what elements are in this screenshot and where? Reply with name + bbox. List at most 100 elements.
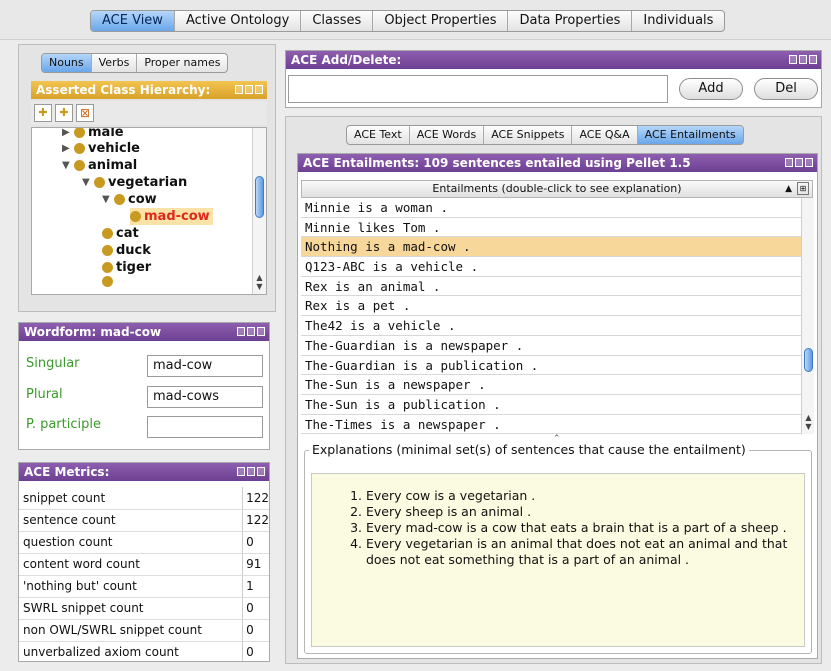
- column-chooser-icon[interactable]: ⊞: [797, 182, 809, 195]
- tree-item-duck[interactable]: duck: [102, 242, 151, 259]
- class-hierarchy-title: Asserted Class Hierarchy:: [31, 81, 267, 99]
- list-item[interactable]: The-Guardian is a newspaper .: [301, 336, 801, 356]
- tab-ace-qa[interactable]: ACE Q&A: [572, 126, 638, 144]
- entailments-panel: ACE Entailments: 109 sentences entailed …: [297, 153, 818, 659]
- table-row: 'nothing but' count 1: [19, 575, 269, 598]
- panel-controls[interactable]: [789, 55, 817, 64]
- wordform-panel: Wordform: mad-cow Singular mad-cow Plura…: [18, 322, 270, 450]
- panel-controls[interactable]: [785, 158, 813, 167]
- tree-scroll-thumb[interactable]: [255, 176, 264, 218]
- tab-data-properties[interactable]: Data Properties: [508, 11, 633, 31]
- delete-class-icon[interactable]: ⊠: [76, 104, 94, 122]
- tree-item-vegetarian[interactable]: ▼ vegetarian: [82, 174, 187, 191]
- table-row: snippet count 122: [19, 487, 269, 510]
- collapse-arrow-icon[interactable]: ▼: [82, 174, 94, 191]
- class-tree: ▶ male ▶ vehicle ▼ animal ▼ vegetarian ▼ cow …: [31, 127, 267, 295]
- collapse-arrow-icon[interactable]: ▼: [102, 191, 114, 208]
- class-icon: [102, 228, 113, 239]
- class-icon: [102, 245, 113, 256]
- panel-controls[interactable]: [237, 467, 265, 476]
- expand-arrow-icon[interactable]: ▶: [62, 140, 74, 157]
- list-item[interactable]: Rex is an animal .: [301, 277, 801, 297]
- entailments-scrollbar[interactable]: ▲ ▼: [801, 198, 814, 434]
- tab-active-ontology[interactable]: Active Ontology: [175, 11, 302, 31]
- tab-ace-snippets[interactable]: ACE Snippets: [484, 126, 573, 144]
- tab-object-properties[interactable]: Object Properties: [373, 11, 509, 31]
- panel-controls[interactable]: [235, 85, 263, 94]
- view-container: ACE Text ACE Words ACE Snippets ACE Q&A …: [285, 116, 822, 664]
- list-item: Every cow is a vegetarian .: [366, 488, 796, 504]
- class-icon: [130, 211, 141, 222]
- list-item[interactable]: The-Guardian is a publication .: [301, 356, 801, 376]
- sentence-input[interactable]: [288, 75, 668, 103]
- participle-label: P. participle: [26, 417, 101, 432]
- sort-asc-icon[interactable]: ▲: [785, 181, 792, 197]
- tab-ace-words[interactable]: ACE Words: [410, 126, 485, 144]
- scroll-arrows-icon[interactable]: ▲ ▼: [803, 413, 814, 431]
- list-item[interactable]: Minnie is a woman .: [301, 198, 801, 218]
- tree-item-mad-cow[interactable]: mad-cow: [130, 208, 213, 225]
- class-icon: [74, 160, 85, 171]
- add-button[interactable]: Add: [679, 78, 743, 100]
- tab-individuals[interactable]: Individuals: [632, 11, 724, 31]
- tab-classes[interactable]: Classes: [301, 11, 374, 31]
- entailments-list: Minnie is a woman . Minnie likes Tom . N…: [301, 198, 801, 434]
- list-item[interactable]: The42 is a vehicle .: [301, 316, 801, 336]
- class-icon: [74, 143, 85, 154]
- metrics-table: snippet count 122 sentence count 122 quest…: [19, 487, 269, 661]
- hierarchy-toolbar: ✚ ✚ ⊠: [31, 101, 267, 125]
- tree-item-male[interactable]: ▶ male: [62, 128, 124, 141]
- metrics-panel: ACE Metrics: snippet count 122 sentence c…: [18, 462, 270, 662]
- explanations-group: Explanations (minimal set(s) of sentence…: [304, 442, 812, 654]
- entailments-column-header[interactable]: Entailments (double-click to see explana…: [301, 180, 813, 198]
- list-item[interactable]: Minnie likes Tom .: [301, 218, 801, 238]
- tree-item-animal[interactable]: ▼ animal: [62, 157, 137, 174]
- tab-ace-view[interactable]: ACE View: [91, 11, 175, 31]
- tree-item-partial: [102, 276, 116, 287]
- explanations-box: Every cow is a vegetarian . Every sheep …: [311, 473, 805, 647]
- hierarchy-tabs: Nouns Verbs Proper names: [41, 53, 229, 73]
- tree-item-vehicle[interactable]: ▶ vehicle: [62, 140, 140, 157]
- add-delete-panel: ACE Add/Delete: Add Del: [285, 50, 822, 108]
- tab-ace-entailments[interactable]: ACE Entailments: [637, 126, 743, 144]
- tab-nouns[interactable]: Nouns: [42, 54, 92, 72]
- list-item-selected[interactable]: Nothing is a mad-cow .: [301, 237, 801, 258]
- table-row: SWRL snippet count 0: [19, 597, 269, 620]
- add-delete-title: ACE Add/Delete:: [286, 51, 821, 69]
- participle-field[interactable]: [147, 416, 263, 438]
- tab-ace-text[interactable]: ACE Text: [347, 126, 410, 144]
- list-item: Every sheep is an animal .: [366, 504, 796, 520]
- del-button[interactable]: Del: [754, 78, 818, 100]
- class-icon: [102, 276, 113, 287]
- hierarchy-container: Nouns Verbs Proper names Asserted Class …: [18, 44, 276, 312]
- view-tabs: ACE Text ACE Words ACE Snippets ACE Q&A …: [346, 125, 744, 145]
- list-item: Every vegetarian is an animal that does …: [366, 536, 796, 568]
- tree-scrollbar[interactable]: ▲ ▼: [252, 128, 266, 294]
- add-subclass-icon[interactable]: ✚: [34, 104, 52, 122]
- scroll-arrows-icon[interactable]: ▲ ▼: [254, 273, 265, 291]
- class-icon: [74, 128, 85, 138]
- wordform-title: Wordform: mad-cow: [19, 323, 269, 341]
- class-hierarchy-header: Asserted Class Hierarchy:: [31, 81, 267, 99]
- expand-arrow-icon[interactable]: ▶: [62, 128, 74, 141]
- plural-field[interactable]: mad-cows: [147, 386, 263, 408]
- panel-controls[interactable]: [237, 327, 265, 336]
- list-item[interactable]: The-Times is a newspaper .: [301, 415, 801, 434]
- list-item[interactable]: Rex is a pet .: [301, 296, 801, 317]
- collapse-arrow-icon[interactable]: ▼: [62, 157, 74, 174]
- entailments-title: ACE Entailments: 109 sentences entailed …: [298, 154, 817, 172]
- singular-field[interactable]: mad-cow: [147, 355, 263, 377]
- main-tab-bar: ACE View Active Ontology Classes Object …: [0, 0, 831, 40]
- tree-item-cat[interactable]: cat: [102, 225, 139, 242]
- tree-item-cow[interactable]: ▼ cow: [102, 191, 157, 208]
- list-item[interactable]: Q123-ABC is a vehicle .: [301, 257, 801, 277]
- list-item[interactable]: The-Sun is a publication .: [301, 395, 801, 415]
- tab-proper-names[interactable]: Proper names: [137, 54, 227, 72]
- tree-item-tiger[interactable]: tiger: [102, 259, 151, 276]
- tab-verbs[interactable]: Verbs: [92, 54, 138, 72]
- add-sibling-icon[interactable]: ✚: [55, 104, 73, 122]
- list-item[interactable]: The-Sun is a newspaper .: [301, 375, 801, 395]
- entailments-scroll-thumb[interactable]: [804, 348, 813, 372]
- table-row: non OWL/SWRL snippet count 0: [19, 619, 269, 642]
- table-row: unverbalized axiom count 0: [19, 641, 269, 661]
